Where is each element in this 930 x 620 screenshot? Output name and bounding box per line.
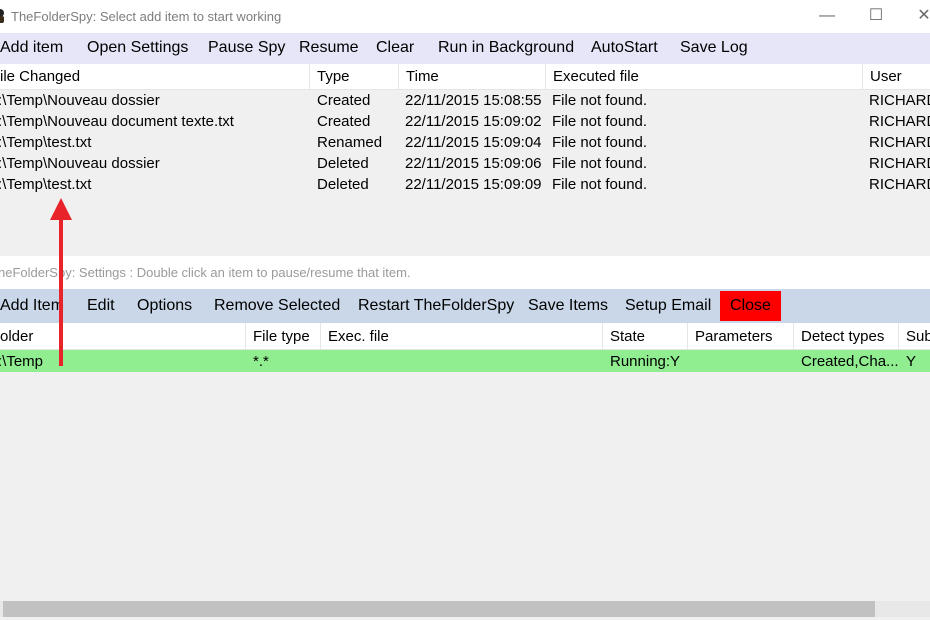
cell-state: Running:Y bbox=[610, 353, 681, 370]
col-time[interactable]: Time bbox=[399, 64, 546, 90]
main-menu-bar: Add item Open Settings Pause Spy Resume … bbox=[0, 33, 930, 64]
col-exec-file[interactable]: Exec. file bbox=[321, 323, 603, 350]
col-executed-file[interactable]: Executed file bbox=[546, 64, 863, 90]
cell-type: Deleted bbox=[317, 155, 369, 172]
cell-exec: File not found. bbox=[552, 92, 648, 109]
menu-resume[interactable]: Resume bbox=[299, 39, 359, 57]
settings-options[interactable]: Options bbox=[137, 297, 192, 315]
settings-title: heFolderSpy: Settings : Double click an … bbox=[0, 265, 411, 280]
menu-add-item[interactable]: Add item bbox=[0, 39, 63, 57]
title-bar: TheFolderSpy: Select add item to start w… bbox=[0, 0, 930, 33]
cell-file: :\Temp\Nouveau dossier bbox=[0, 92, 160, 109]
cell-file: :\Temp\Nouveau document texte.txt bbox=[0, 113, 234, 130]
menu-pause-spy[interactable]: Pause Spy bbox=[208, 39, 285, 57]
cell-type: Created bbox=[317, 92, 371, 109]
cell-type: Renamed bbox=[317, 134, 383, 151]
col-sub[interactable]: Sub bbox=[899, 323, 930, 350]
table-row[interactable]: :\Temp *.* Running:Y Created,Cha... Y bbox=[0, 350, 930, 372]
cell-user: RICHARD bbox=[869, 92, 930, 109]
cell-time: 22/11/2015 15:08:55 bbox=[405, 92, 542, 109]
menu-autostart[interactable]: AutoStart bbox=[591, 39, 658, 57]
log-table-body: :\Temp\Nouveau dossier Created 22/11/201… bbox=[0, 90, 930, 256]
col-file-changed[interactable]: ile Changed bbox=[0, 64, 310, 90]
cell-exec: File not found. bbox=[552, 176, 648, 193]
settings-menu-bar: Add Item Edit Options Remove Selected Re… bbox=[0, 289, 930, 323]
cell-time: 22/11/2015 15:09:09 bbox=[405, 176, 542, 193]
cell-user: RICHARD bbox=[869, 113, 930, 130]
table-row[interactable]: :\Temp\Nouveau dossier Deleted 22/11/201… bbox=[0, 153, 930, 174]
cell-time: 22/11/2015 15:09:02 bbox=[405, 113, 542, 130]
cell-user: RICHARD bbox=[869, 155, 930, 172]
minimize-button[interactable]: — bbox=[815, 5, 839, 27]
menu-run-background[interactable]: Run in Background bbox=[438, 39, 574, 57]
settings-title-bar: heFolderSpy: Settings : Double click an … bbox=[0, 256, 930, 289]
cell-exec: File not found. bbox=[552, 113, 648, 130]
cell-file: :\Temp\Nouveau dossier bbox=[0, 155, 160, 172]
col-parameters[interactable]: Parameters bbox=[688, 323, 794, 350]
cell-type: Deleted bbox=[317, 176, 369, 193]
cell-file: :\Temp\test.txt bbox=[0, 134, 92, 151]
cell-sub: Y bbox=[906, 353, 917, 370]
maximize-button[interactable]: ☐ bbox=[864, 5, 888, 27]
col-user[interactable]: User bbox=[863, 64, 930, 90]
table-row[interactable]: :\Temp\test.txt Renamed 22/11/2015 15:09… bbox=[0, 132, 930, 153]
menu-clear[interactable]: Clear bbox=[376, 39, 414, 57]
scrollbar-thumb[interactable] bbox=[3, 601, 875, 617]
settings-close-button[interactable]: Close bbox=[720, 291, 781, 321]
settings-setup-email[interactable]: Setup Email bbox=[625, 297, 711, 315]
settings-table-header: older File type Exec. file State Paramet… bbox=[0, 323, 930, 350]
cell-time: 22/11/2015 15:09:04 bbox=[405, 134, 542, 151]
cell-exec: File not found. bbox=[552, 134, 648, 151]
cell-type: Created bbox=[317, 113, 371, 130]
menu-save-log[interactable]: Save Log bbox=[680, 39, 748, 57]
cell-file: :\Temp\test.txt bbox=[0, 176, 92, 193]
horizontal-scrollbar[interactable] bbox=[0, 598, 930, 620]
table-row[interactable]: :\Temp\test.txt Deleted 22/11/2015 15:09… bbox=[0, 174, 930, 195]
cell-exec: File not found. bbox=[552, 155, 648, 172]
close-window-button[interactable]: ✕ bbox=[912, 5, 930, 27]
col-state[interactable]: State bbox=[603, 323, 688, 350]
cell-folder: :\Temp bbox=[0, 353, 44, 370]
table-row[interactable]: :\Temp\Nouveau dossier Created 22/11/201… bbox=[0, 90, 930, 111]
col-type[interactable]: Type bbox=[310, 64, 399, 90]
settings-edit[interactable]: Edit bbox=[87, 297, 115, 315]
menu-open-settings[interactable]: Open Settings bbox=[87, 39, 188, 57]
cell-detect-types: Created,Cha... bbox=[801, 353, 899, 370]
col-folder[interactable]: older bbox=[0, 323, 246, 350]
settings-remove-selected[interactable]: Remove Selected bbox=[214, 297, 340, 315]
cell-user: RICHARD bbox=[869, 176, 930, 193]
settings-save-items[interactable]: Save Items bbox=[528, 297, 608, 315]
settings-add-item[interactable]: Add Item bbox=[0, 297, 64, 315]
col-file-type[interactable]: File type bbox=[246, 323, 321, 350]
table-row[interactable]: :\Temp\Nouveau document texte.txt Create… bbox=[0, 111, 930, 132]
col-detect-types[interactable]: Detect types bbox=[794, 323, 899, 350]
cell-time: 22/11/2015 15:09:06 bbox=[405, 155, 542, 172]
window-title: TheFolderSpy: Select add item to start w… bbox=[11, 9, 282, 24]
settings-restart[interactable]: Restart TheFolderSpy bbox=[358, 297, 514, 315]
app-icon bbox=[0, 9, 4, 23]
cell-file-type: *.* bbox=[253, 353, 269, 370]
settings-table-body bbox=[0, 372, 930, 598]
cell-user: RICHARD bbox=[869, 134, 930, 151]
log-table-header: ile Changed Type Time Executed file User bbox=[0, 64, 930, 90]
